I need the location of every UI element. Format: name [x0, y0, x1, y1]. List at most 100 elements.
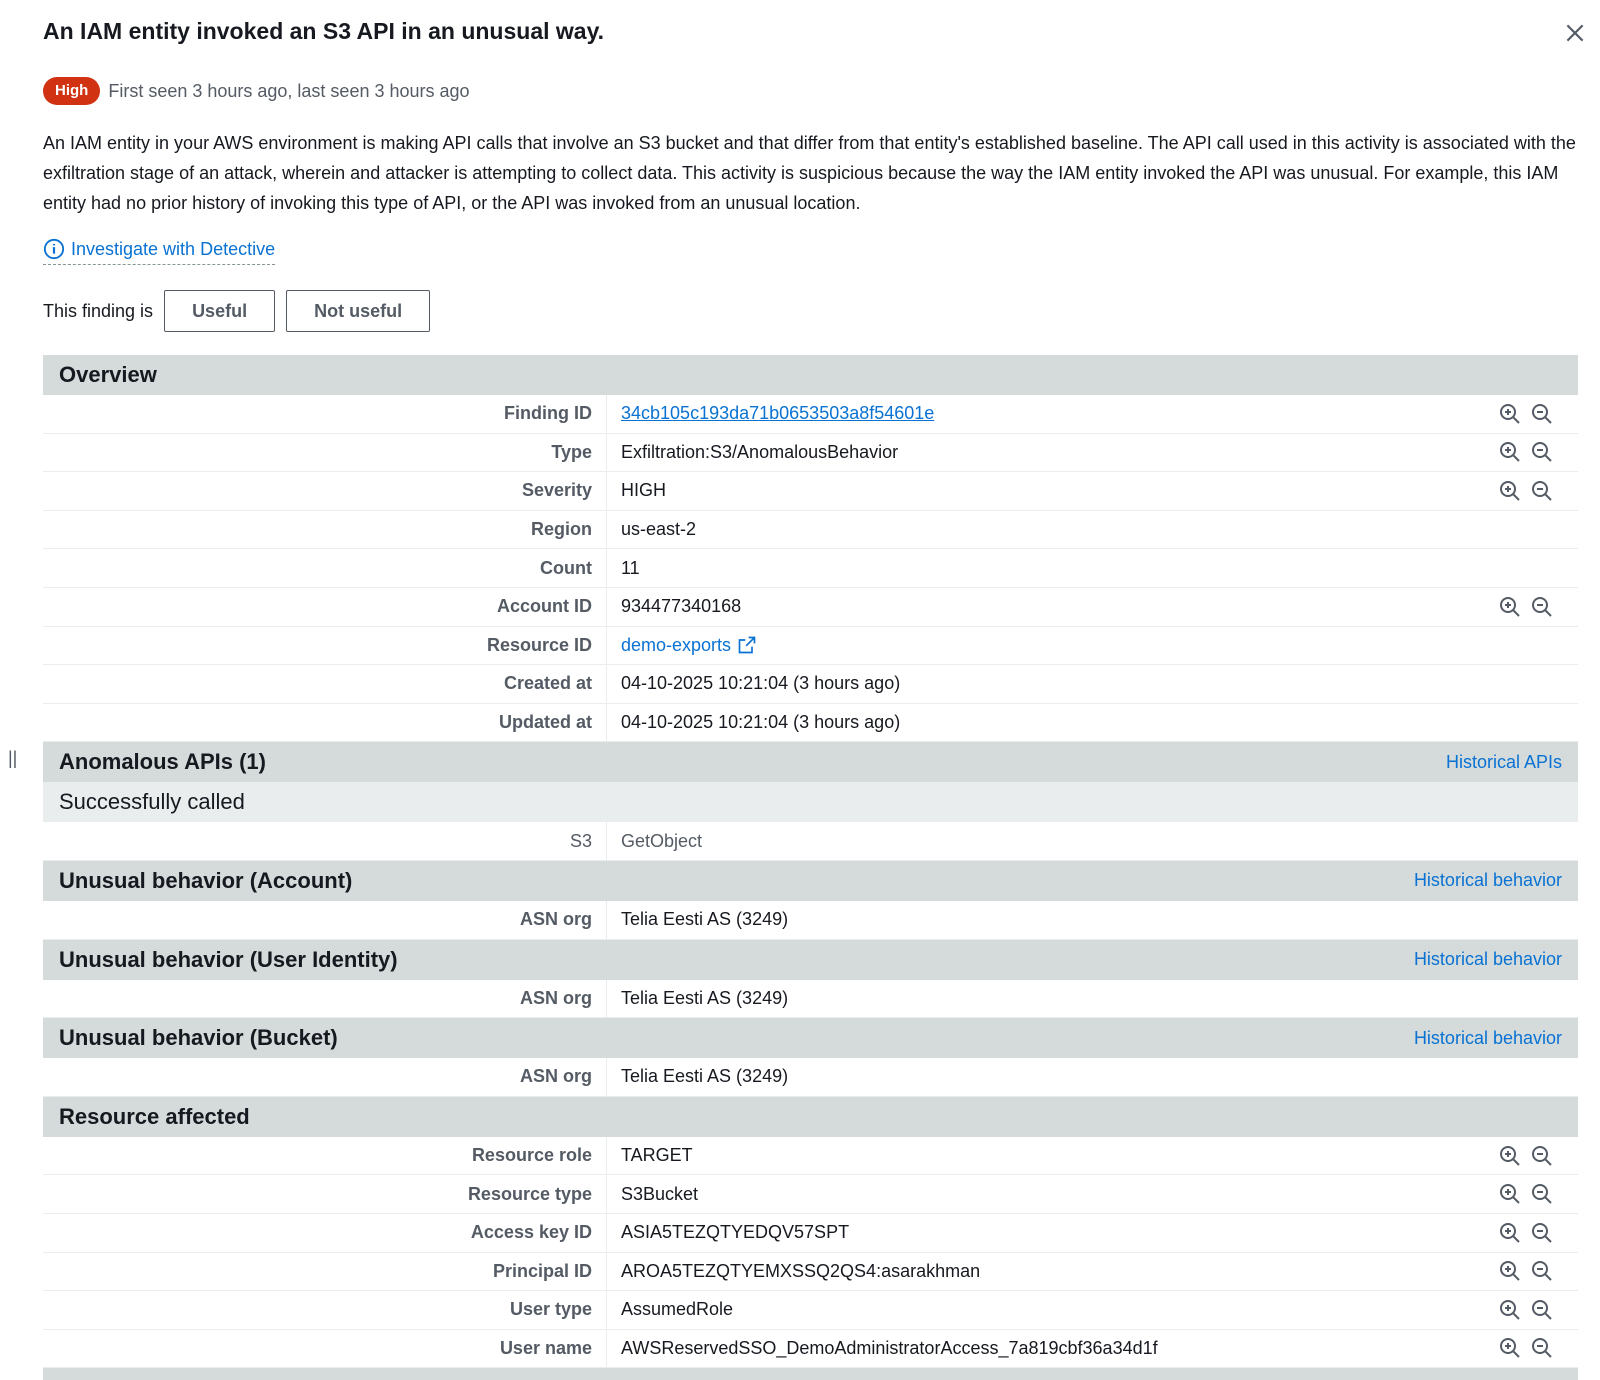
feedback-row: This finding is Useful Not useful	[43, 290, 441, 332]
filter-add-icon[interactable]	[1498, 1144, 1522, 1168]
filter-add-icon[interactable]	[1498, 479, 1522, 503]
row-key: Principal ID	[43, 1252, 607, 1291]
resize-handle[interactable]: ||	[8, 748, 17, 769]
finding-meta: High First seen 3 hours ago, last seen 3…	[43, 76, 470, 106]
row-actions	[1498, 472, 1578, 510]
filter-remove-icon[interactable]	[1530, 1336, 1554, 1360]
filter-add-icon[interactable]	[1498, 1298, 1522, 1322]
filter-remove-icon[interactable]	[1530, 1221, 1554, 1245]
row-actions	[1498, 511, 1578, 549]
table-row: User type AssumedRole	[43, 1291, 1578, 1330]
filter-add-icon[interactable]	[1498, 595, 1522, 619]
close-button[interactable]	[1562, 20, 1588, 46]
table-row: Type Exfiltration:S3/AnomalousBehavior	[43, 433, 1578, 473]
table-row: Resource ID demo-exports	[43, 626, 1578, 666]
useful-button[interactable]: Useful	[164, 290, 276, 332]
unusual-account-header: Unusual behavior (Account) Historical be…	[43, 860, 1578, 901]
row-value-text[interactable]: demo-exports	[621, 635, 731, 656]
row-value: AssumedRole	[607, 1291, 1498, 1329]
overview-header: Overview	[43, 355, 1578, 395]
row-value: us-east-2	[607, 511, 1498, 549]
filter-remove-icon[interactable]	[1530, 1259, 1554, 1283]
table-row: Count 11	[43, 549, 1578, 588]
historical-behavior-link[interactable]: Historical behavior	[1414, 1028, 1562, 1049]
table-row: Updated at 04-10-2025 10:21:04 (3 hours a…	[43, 703, 1578, 743]
row-value-text: S3Bucket	[621, 1183, 699, 1204]
unusual-bucket-header: Unusual behavior (Bucket) Historical beh…	[43, 1018, 1578, 1059]
row-value-text: us-east-2	[621, 519, 697, 540]
row-value-text: 934477340168	[621, 596, 742, 617]
section-title: Unusual behavior (Bucket)	[59, 1025, 338, 1051]
filter-remove-icon[interactable]	[1530, 1182, 1554, 1206]
row-key: Finding ID	[43, 395, 607, 433]
filter-add-icon[interactable]	[1498, 402, 1522, 426]
row-key: Access key ID	[43, 1213, 607, 1252]
filter-remove-icon[interactable]	[1530, 440, 1554, 464]
row-key: S3	[43, 822, 607, 860]
filter-remove-icon[interactable]	[1530, 402, 1554, 426]
filter-remove-icon[interactable]	[1530, 1144, 1554, 1168]
row-value: 04-10-2025 10:21:04 (3 hours ago)	[607, 704, 1498, 742]
row-actions	[1498, 704, 1578, 742]
filter-remove-icon[interactable]	[1530, 1298, 1554, 1322]
filter-add-icon[interactable]	[1498, 1336, 1522, 1360]
row-key: Severity	[43, 472, 607, 510]
row-value: 34cb105c193da71b0653503a8f54601e	[607, 395, 1498, 433]
not-useful-button[interactable]: Not useful	[286, 290, 431, 332]
row-value: AWSReservedSSO_DemoAdministratorAccess_7…	[607, 1330, 1498, 1368]
filter-add-icon[interactable]	[1498, 1182, 1522, 1206]
finding-title: An IAM entity invoked an S3 API in an un…	[43, 18, 605, 44]
table-row: Access key ID ASIA5TEZQTYEDQV57SPT	[43, 1213, 1578, 1253]
next-section-header	[43, 1368, 1578, 1380]
row-key: ASN org	[43, 979, 607, 1018]
row-actions	[1498, 549, 1578, 587]
row-key: ASN org	[43, 900, 607, 939]
table-row: Severity HIGH	[43, 472, 1578, 511]
section-title: Resource affected	[59, 1103, 250, 1129]
row-actions	[1498, 588, 1578, 626]
historical-apis-link[interactable]: Historical APIs	[1446, 752, 1562, 773]
row-value: S3Bucket	[607, 1175, 1498, 1213]
filter-remove-icon[interactable]	[1530, 595, 1554, 619]
row-actions	[1498, 627, 1578, 665]
row-value-text: AROA5TEZQTYEMXSSQ2QS4:asarakhman	[621, 1260, 981, 1281]
row-key: Updated at	[43, 703, 607, 742]
external-link-icon	[738, 637, 756, 654]
row-actions	[1498, 1253, 1578, 1291]
row-value-text: Exfiltration:S3/AnomalousBehavior	[621, 441, 899, 462]
row-actions	[1498, 1291, 1578, 1329]
row-value-text[interactable]: 34cb105c193da71b0653503a8f54601e	[621, 403, 934, 424]
row-actions	[1498, 1175, 1578, 1213]
row-value: 934477340168	[607, 588, 1498, 626]
filter-add-icon[interactable]	[1498, 440, 1522, 464]
table-row: Created at 04-10-2025 10:21:04 (3 hours a…	[43, 665, 1578, 704]
row-key: Resource type	[43, 1175, 607, 1213]
row-value: HIGH	[607, 472, 1498, 510]
row-key: Resource ID	[43, 626, 607, 665]
severity-badge: High	[43, 77, 101, 105]
row-value-text: 04-10-2025 10:21:04 (3 hours ago)	[621, 673, 901, 694]
row-key: ASN org	[43, 1058, 607, 1096]
historical-behavior-link[interactable]: Historical behavior	[1414, 870, 1562, 891]
row-actions	[1498, 665, 1578, 703]
row-key: Account ID	[43, 587, 607, 626]
filter-remove-icon[interactable]	[1530, 479, 1554, 503]
details-panel: Overview Finding ID 34cb105c193da71b06535…	[43, 355, 1578, 1380]
row-actions	[1498, 1137, 1578, 1175]
row-value: GetObject	[621, 830, 703, 851]
row-value: Telia Eesti AS (3249)	[621, 1066, 789, 1087]
filter-add-icon[interactable]	[1498, 1259, 1522, 1283]
investigate-link[interactable]: Investigate with Detective	[43, 238, 276, 265]
row-value-text: TARGET	[621, 1145, 693, 1166]
row-value: Telia Eesti AS (3249)	[621, 909, 789, 930]
row-key: User name	[43, 1329, 607, 1368]
resource-affected-header: Resource affected	[43, 1096, 1578, 1137]
table-row: ASN org Telia Eesti AS (3249)	[43, 979, 1578, 1019]
table-row: Finding ID 34cb105c193da71b0653503a8f5460…	[43, 395, 1578, 434]
row-value-text: AssumedRole	[621, 1299, 734, 1320]
historical-behavior-link[interactable]: Historical behavior	[1414, 949, 1562, 970]
filter-add-icon[interactable]	[1498, 1221, 1522, 1245]
row-key: Count	[43, 549, 607, 587]
row-actions	[1498, 434, 1578, 472]
table-row: S3 GetObject	[43, 822, 1578, 861]
